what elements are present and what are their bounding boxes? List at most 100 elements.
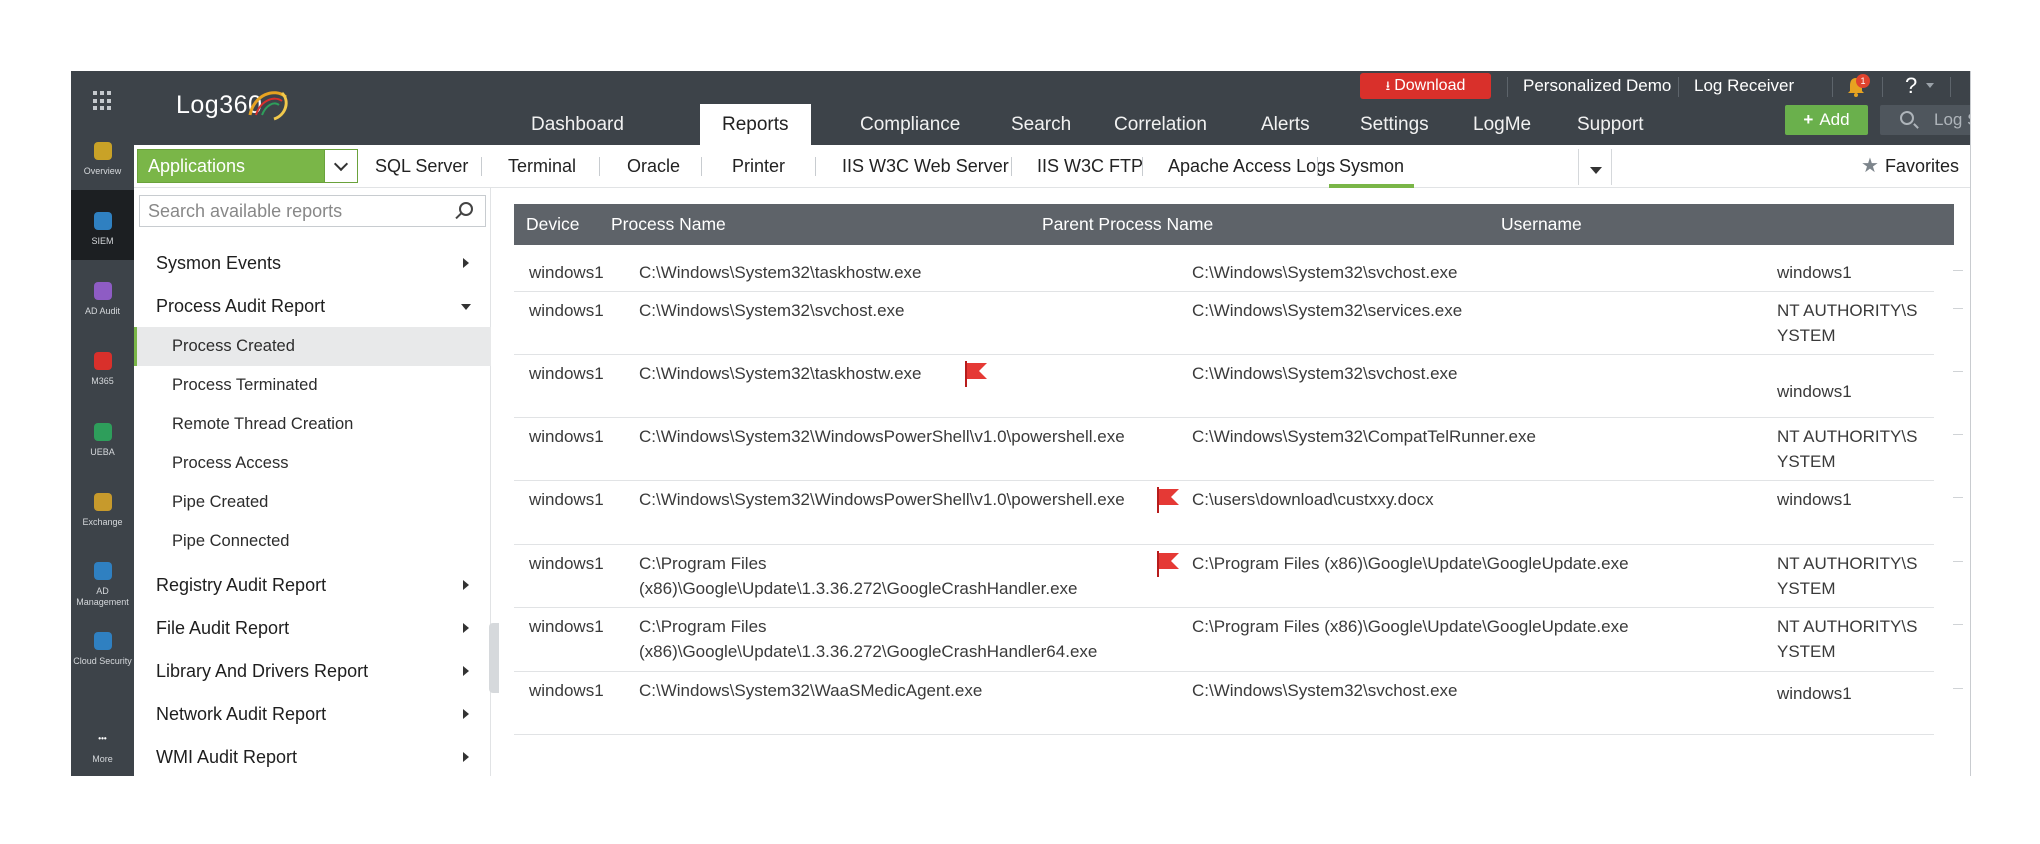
favorites-button[interactable]: ★ Favorites: [1861, 145, 1959, 188]
sub-tab-sysmon[interactable]: Sysmon: [1328, 145, 1415, 188]
header-divider: [1507, 77, 1508, 97]
sub-tab-apache-access-logs[interactable]: Apache Access Logs: [1168, 145, 1335, 188]
report-item-pipe-created[interactable]: Pipe Created: [134, 483, 491, 522]
report-category-label: File Audit Report: [156, 618, 290, 638]
cell-process-name: C:\Windows\System32\svchost.exe: [639, 301, 905, 320]
cell-username: windows1: [1777, 490, 1852, 509]
table-row[interactable]: windows1 C:\Windows\System32\WaaSMedicAge…: [514, 672, 1934, 735]
notification-bell-icon[interactable]: 1: [1846, 74, 1870, 98]
table-row[interactable]: windows1 C:\Program Files (x86)\Google\Up…: [514, 608, 1934, 672]
log-receiver-link[interactable]: Log Receiver: [1694, 71, 1794, 101]
personalized-demo-link[interactable]: Personalized Demo: [1523, 71, 1671, 101]
cell-process-name: C:\Windows\System32\taskhostw.exe: [639, 263, 922, 282]
scroll-edge-marker: [1953, 561, 1963, 562]
caret-right-icon: [463, 258, 469, 268]
nav-tab-settings[interactable]: Settings: [1360, 104, 1429, 145]
caret-right-icon: [463, 666, 469, 676]
more-dots-icon: •••: [98, 734, 107, 743]
nav-tab-support[interactable]: Support: [1577, 104, 1644, 145]
scroll-edge-marker: [1953, 688, 1963, 689]
table-row[interactable]: windows1 C:\Program Files (x86)\Google\Up…: [514, 545, 1934, 608]
rail-item-m365[interactable]: M365: [71, 330, 134, 400]
caret-down-icon: [461, 304, 471, 310]
rail-item-ad-management[interactable]: AD Management: [71, 540, 134, 610]
log360-app-window: Overview SIEM AD Audit M365 UEBA Exchange AD M…: [71, 71, 1971, 776]
report-item-process-created[interactable]: Process Created: [134, 327, 491, 366]
sub-tab-oracle[interactable]: Oracle: [627, 145, 680, 188]
exchange-icon: [93, 493, 112, 511]
cell-device: windows1: [529, 681, 604, 700]
search-icon[interactable]: [459, 202, 473, 216]
cell-parent-process-name: C:\Windows\System32\svchost.exe: [1192, 681, 1458, 700]
chevron-down-icon[interactable]: [324, 150, 357, 182]
table-row[interactable]: windows1 C:\Windows\System32\taskhostw.ex…: [514, 355, 1934, 418]
notification-badge: 1: [1856, 74, 1870, 88]
column-header-parent-process-name[interactable]: Parent Process Name: [1042, 204, 1213, 245]
table-row[interactable]: windows1 C:\Windows\System32\WindowsPower…: [514, 418, 1934, 481]
download-button[interactable]: ⭳ Download: [1360, 73, 1491, 99]
red-flag-icon[interactable]: [964, 361, 990, 387]
log360-logo[interactable]: Log360: [176, 91, 288, 131]
report-category-wmi-audit-report[interactable]: WMI Audit Report: [134, 737, 491, 776]
column-header-device[interactable]: Device: [526, 204, 580, 245]
add-button[interactable]: + Add: [1785, 105, 1868, 135]
app-grid-icon[interactable]: [93, 91, 113, 111]
rail-item-more[interactable]: ••• More: [71, 704, 134, 776]
report-item-pipe-connected[interactable]: Pipe Connected: [134, 522, 491, 561]
table-row[interactable]: windows1 C:\Windows\System32\WindowsPower…: [514, 481, 1934, 545]
cell-username: NT AUTHORITY\SYSTEM: [1777, 427, 1918, 471]
table-row[interactable]: windows1 C:\Windows\System32\taskhostw.ex…: [514, 254, 1934, 292]
report-category-library-and-drivers-report[interactable]: Library And Drivers Report: [134, 651, 491, 691]
siem-shield-icon: [93, 212, 112, 230]
report-category-registry-audit-report[interactable]: Registry Audit Report: [134, 565, 491, 605]
report-category-network-audit-report[interactable]: Network Audit Report: [134, 694, 491, 734]
rail-item-siem[interactable]: SIEM: [71, 190, 134, 260]
nav-tab-logme[interactable]: LogMe: [1473, 104, 1531, 145]
nav-tab-dashboard[interactable]: Dashboard: [531, 104, 624, 145]
report-item-remote-thread-creation[interactable]: Remote Thread Creation: [134, 405, 491, 444]
nav-tab-reports[interactable]: Reports: [700, 104, 811, 145]
column-header-process-name[interactable]: Process Name: [611, 204, 726, 245]
report-category-process-audit-report[interactable]: Process Audit Report: [134, 286, 491, 326]
report-item-process-access[interactable]: Process Access: [134, 444, 491, 483]
report-category-sysmon-events[interactable]: Sysmon Events: [134, 243, 491, 283]
rail-item-label: SIEM: [91, 236, 114, 246]
rail-item-cloud-security[interactable]: Cloud Security: [71, 610, 134, 680]
rail-item-ueba[interactable]: UEBA: [71, 401, 134, 471]
add-label: Add: [1819, 110, 1850, 129]
rail-item-ad-audit[interactable]: AD Audit: [71, 260, 134, 330]
nav-tab-compliance[interactable]: Compliance: [860, 104, 960, 145]
sub-tab-iis-w3c-ftp[interactable]: IIS W3C FTP: [1037, 145, 1143, 188]
red-flag-icon[interactable]: [1156, 487, 1182, 513]
header-divider: [1882, 77, 1883, 97]
rail-item-exchange[interactable]: Exchange: [71, 471, 134, 541]
overview-icon: [93, 142, 112, 160]
help-icon[interactable]: ?: [1905, 73, 1917, 99]
report-search-placeholder: Search available reports: [148, 201, 343, 221]
sub-tab-iis-w3c-web-server[interactable]: IIS W3C Web Server: [842, 145, 1009, 188]
ueba-eye-icon: [93, 423, 112, 441]
report-category-file-audit-report[interactable]: File Audit Report: [134, 608, 491, 648]
more-tabs-caret-icon[interactable]: [1578, 149, 1612, 185]
help-caret-icon: [1926, 83, 1934, 88]
sub-tab-printer[interactable]: Printer: [732, 145, 785, 188]
sub-tab-terminal[interactable]: Terminal: [508, 145, 576, 188]
tab-divider: [815, 157, 816, 176]
column-header-username[interactable]: Username: [1501, 204, 1582, 245]
log-type-select[interactable]: Applications: [137, 149, 358, 183]
red-flag-icon[interactable]: [1156, 551, 1182, 577]
report-search-input[interactable]: Search available reports: [139, 195, 486, 227]
favorites-label: Favorites: [1884, 156, 1959, 176]
rail-item-label: AD Management: [76, 586, 129, 607]
nav-tab-alerts[interactable]: Alerts: [1261, 104, 1310, 145]
log-search-button[interactable]: Log Search: [1880, 105, 1970, 135]
table-row[interactable]: windows1 C:\Windows\System32\svchost.exe C…: [514, 292, 1934, 355]
sub-tab-sql-server[interactable]: SQL Server: [375, 145, 468, 188]
rail-item-overview[interactable]: Overview: [71, 120, 134, 190]
report-item-process-terminated[interactable]: Process Terminated: [134, 366, 491, 405]
nav-tab-search[interactable]: Search: [1011, 104, 1071, 145]
tab-divider: [701, 157, 702, 176]
cell-parent-process-name: C:\Windows\System32\CompatTelRunner.exe: [1192, 427, 1536, 446]
cell-process-name: C:\Windows\System32\WindowsPowerShell\v1…: [639, 490, 1125, 509]
nav-tab-correlation[interactable]: Correlation: [1114, 104, 1207, 145]
